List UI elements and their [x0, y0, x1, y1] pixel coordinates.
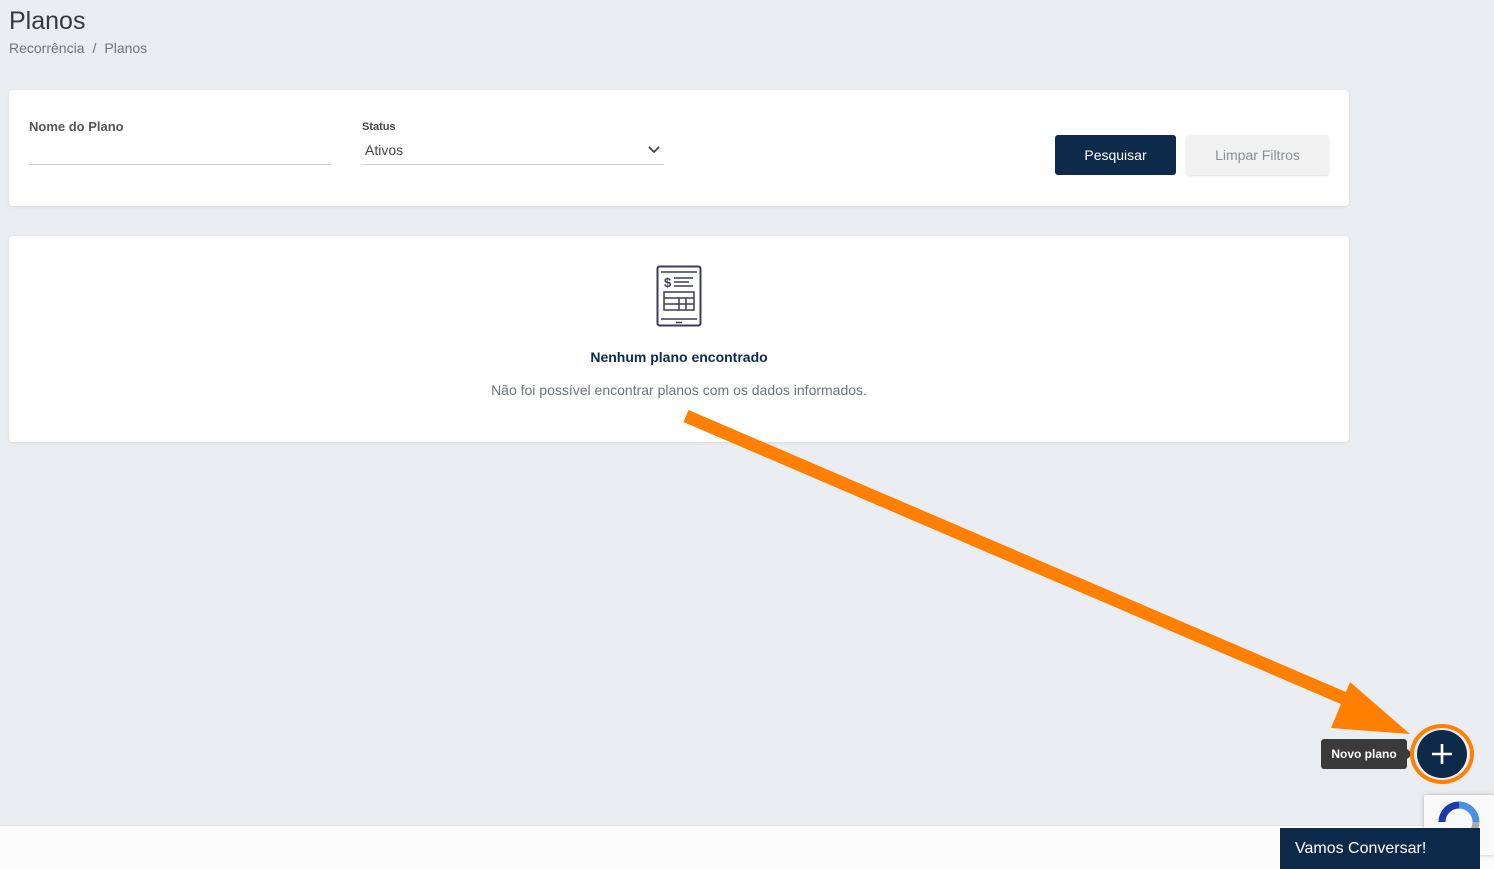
- search-button[interactable]: Pesquisar: [1055, 135, 1176, 175]
- plus-icon: [1432, 744, 1452, 764]
- invoice-icon: $: [656, 265, 702, 327]
- chevron-down-icon: [648, 146, 660, 154]
- new-plan-button[interactable]: [1417, 730, 1467, 778]
- status-selected-value: Ativos: [365, 142, 404, 158]
- plan-name-label: Nome do Plano: [29, 119, 124, 134]
- empty-state-title: Nenhum plano encontrado: [590, 349, 768, 365]
- breadcrumb-link-recorrencia[interactable]: Recorrência: [9, 40, 84, 56]
- breadcrumb-separator: /: [92, 40, 97, 56]
- breadcrumb-current: Planos: [104, 40, 148, 56]
- status-label: Status: [362, 121, 396, 133]
- breadcrumb: Recorrência / Planos: [9, 40, 147, 56]
- footer-bar: [0, 825, 1494, 869]
- filter-card: Nome do Plano Status Ativos Pesquisar Li…: [9, 90, 1349, 206]
- svg-text:$: $: [664, 275, 672, 290]
- empty-state-card: $ Nenhum plano encontrado Não foi possív…: [9, 236, 1349, 442]
- empty-state-description: Não foi possível encontrar planos com os…: [491, 382, 867, 398]
- status-select[interactable]: Ativos: [361, 136, 664, 165]
- chat-button[interactable]: Vamos Conversar!: [1280, 828, 1480, 869]
- page-title: Planos: [9, 7, 86, 35]
- clear-filters-button[interactable]: Limpar Filtros: [1186, 135, 1329, 175]
- plan-name-input[interactable]: [29, 140, 331, 165]
- new-plan-tooltip: Novo plano: [1321, 739, 1413, 769]
